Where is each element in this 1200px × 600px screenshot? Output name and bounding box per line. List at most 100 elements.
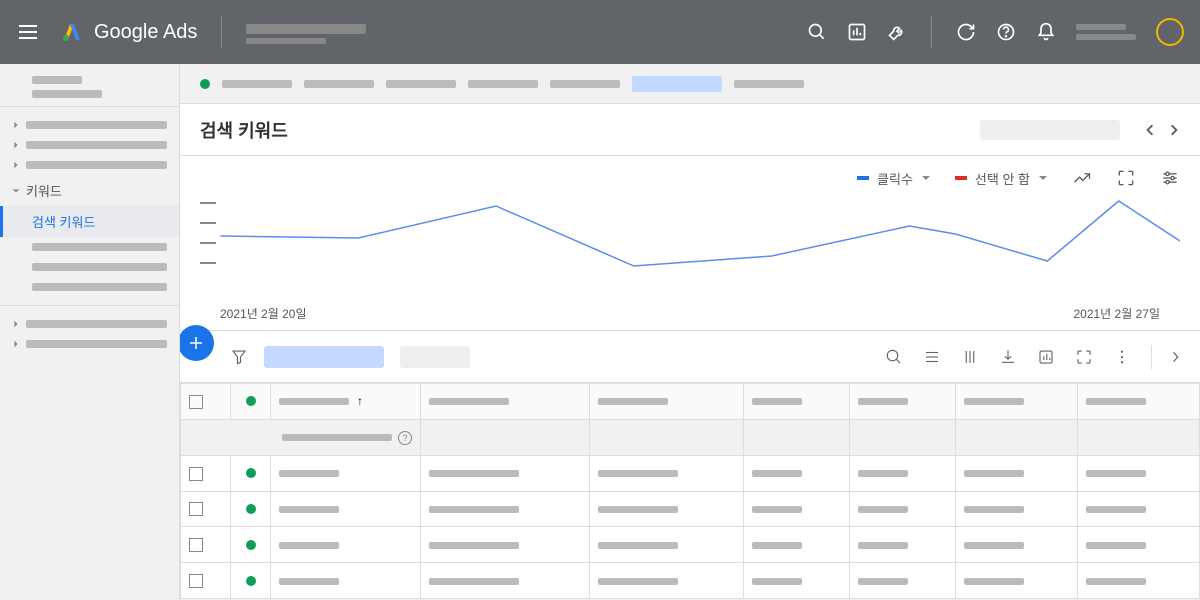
breadcrumb-item[interactable] (304, 80, 374, 88)
column-header[interactable] (956, 384, 1078, 420)
table-header-row: ↑ (181, 384, 1200, 420)
table-row[interactable] (181, 455, 1200, 491)
breadcrumb-item[interactable] (550, 80, 620, 88)
sidebar-item[interactable] (0, 277, 179, 297)
sidebar-item[interactable] (0, 334, 179, 354)
logo[interactable]: Google Ads (60, 20, 197, 44)
keyword-cell[interactable] (271, 491, 421, 527)
breadcrumb-item[interactable] (222, 80, 292, 88)
chart-x-axis-labels: 2021년 2월 20일 2021년 2월 27일 (200, 305, 1180, 322)
chevron-left-icon[interactable] (1144, 124, 1156, 136)
checkbox-icon[interactable] (189, 395, 203, 409)
add-button[interactable] (180, 325, 214, 361)
status-dot-icon (246, 576, 256, 586)
row-checkbox-cell[interactable] (181, 491, 231, 527)
reports-icon[interactable] (847, 22, 867, 42)
data-cell (421, 455, 590, 491)
select-all-header[interactable] (181, 384, 231, 420)
keyword-cell[interactable] (271, 455, 421, 491)
column-header[interactable] (743, 384, 849, 420)
row-checkbox-cell[interactable] (181, 527, 231, 563)
date-range-selector[interactable] (980, 120, 1120, 140)
metric-swatch-icon (955, 176, 967, 180)
metric-selector-2[interactable]: 선택 안 함 (955, 169, 1048, 188)
table-row[interactable] (181, 491, 1200, 527)
row-status-cell (231, 491, 271, 527)
checkbox-icon[interactable] (189, 538, 203, 552)
data-cell (1078, 455, 1200, 491)
data-cell (743, 491, 849, 527)
totals-cell (956, 419, 1078, 455)
metric-label: 클릭수 (877, 169, 913, 188)
breadcrumb-item[interactable] (734, 80, 804, 88)
menu-button[interactable] (16, 20, 40, 44)
column-header[interactable] (421, 384, 590, 420)
table-row[interactable] (181, 527, 1200, 563)
chart-area: 클릭수 선택 안 함 2021년 2월 20일 202 (180, 156, 1200, 331)
checkbox-icon[interactable] (189, 502, 203, 516)
expand-icon[interactable] (1075, 348, 1093, 366)
checkbox-icon[interactable] (189, 467, 203, 481)
totals-label-cell: ? (181, 419, 421, 455)
status-header[interactable] (231, 384, 271, 420)
plus-icon (187, 334, 205, 352)
checkbox-icon[interactable] (189, 574, 203, 588)
expand-icon[interactable] (1116, 168, 1136, 188)
notifications-icon[interactable] (1036, 22, 1056, 42)
filter-icon[interactable] (230, 348, 248, 366)
column-header[interactable] (590, 384, 744, 420)
sidebar-item[interactable] (0, 314, 179, 334)
column-header[interactable] (1078, 384, 1200, 420)
refresh-icon[interactable] (956, 22, 976, 42)
data-cell (956, 527, 1078, 563)
table-row[interactable] (181, 563, 1200, 599)
data-cell (850, 527, 956, 563)
more-icon[interactable] (1113, 348, 1131, 366)
breadcrumb-item-active[interactable] (632, 76, 722, 92)
data-cell (850, 563, 956, 599)
breadcrumb-item[interactable] (386, 80, 456, 88)
avatar[interactable] (1156, 18, 1184, 46)
help-icon[interactable]: ? (398, 431, 412, 445)
segment-icon[interactable] (923, 348, 941, 366)
keyword-cell[interactable] (271, 527, 421, 563)
sidebar-item[interactable] (32, 90, 102, 98)
columns-icon[interactable] (961, 348, 979, 366)
column-header[interactable] (850, 384, 956, 420)
chevron-right-icon (12, 141, 20, 149)
sidebar-item[interactable] (0, 237, 179, 257)
row-checkbox-cell[interactable] (181, 455, 231, 491)
data-cell (421, 563, 590, 599)
report-icon[interactable] (1037, 348, 1055, 366)
sidebar: 키워드 검색 키워드 (0, 64, 180, 600)
row-checkbox-cell[interactable] (181, 563, 231, 599)
chart-start-date: 2021년 2월 20일 (220, 305, 307, 322)
adjust-icon[interactable] (1160, 168, 1180, 188)
help-icon[interactable] (996, 22, 1016, 42)
sidebar-item-keywords[interactable]: 키워드 (0, 175, 179, 206)
sidebar-item[interactable] (0, 257, 179, 277)
sidebar-item-search-keywords[interactable]: 검색 키워드 (0, 206, 179, 237)
data-cell (421, 527, 590, 563)
keyword-cell[interactable] (271, 563, 421, 599)
keyword-header[interactable]: ↑ (271, 384, 421, 420)
filter-chip[interactable] (400, 346, 470, 368)
download-icon[interactable] (999, 348, 1017, 366)
breadcrumb-item[interactable] (468, 80, 538, 88)
collapse-icon[interactable] (1172, 348, 1180, 366)
chevron-right-icon (12, 121, 20, 129)
metric-selector-1[interactable]: 클릭수 (857, 169, 931, 188)
account-selector[interactable] (246, 20, 366, 44)
sidebar-item[interactable] (0, 155, 179, 175)
account-info[interactable] (1076, 24, 1136, 40)
search-icon[interactable] (807, 22, 827, 42)
sidebar-item[interactable] (0, 135, 179, 155)
totals-cell (590, 419, 744, 455)
sidebar-item[interactable] (0, 115, 179, 135)
chart-type-icon[interactable] (1072, 168, 1092, 188)
chevron-right-icon[interactable] (1168, 124, 1180, 136)
search-icon[interactable] (885, 348, 903, 366)
filter-chip[interactable] (264, 346, 384, 368)
tools-icon[interactable] (887, 22, 907, 42)
sidebar-item[interactable] (32, 76, 82, 84)
